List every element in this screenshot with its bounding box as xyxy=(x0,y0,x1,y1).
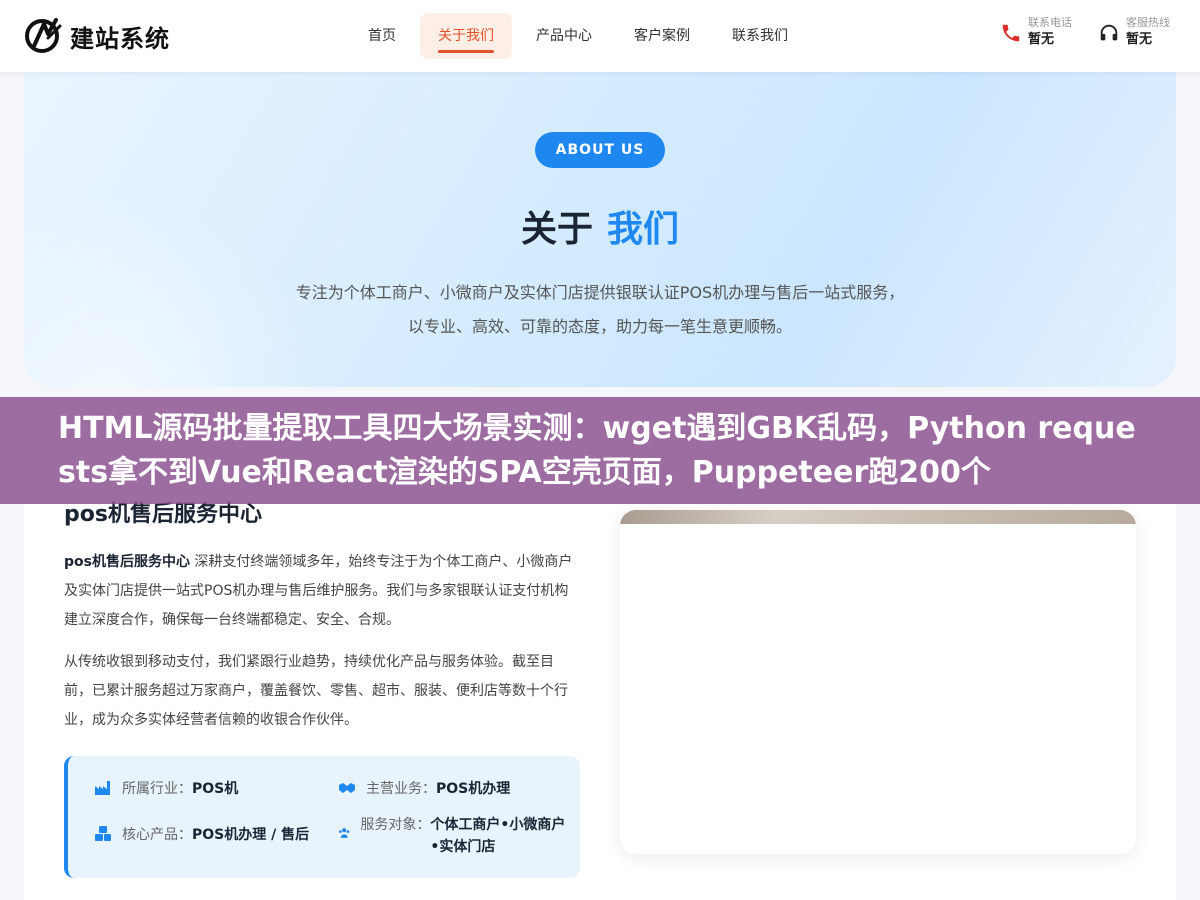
users-icon xyxy=(339,828,350,838)
hotline-value: 暂无 xyxy=(1126,32,1153,47)
logo-mark-icon xyxy=(25,18,62,53)
hotline-label: 客服热线 xyxy=(1126,16,1170,29)
hero-title-a: 关于 xyxy=(520,209,593,250)
headset-icon xyxy=(1100,24,1118,41)
company-info-box: 所属行业： POS机 主营业务： POS机办理 核心产品： POS机办理 / 售… xyxy=(64,756,580,878)
about-paragraph-1-lead: pos机售后服务中心 xyxy=(64,554,190,570)
hero-desc-line1: 专注为个体工商户、小微商户及实体门店提供银联认证POS机办理与售后一站式服务， xyxy=(295,283,905,302)
nav-contact[interactable]: 联系我们 xyxy=(714,13,806,59)
site-header: 建站系统 首页 关于我们 产品中心 客户案例 联系我们 联系电话 暂无 客服热线… xyxy=(0,0,1200,72)
phone-value: 暂无 xyxy=(1028,32,1055,47)
about-us-badge: ABOUT US xyxy=(535,132,665,168)
hero-title: 关于 我们 xyxy=(24,200,1176,252)
info-industry-key: 所属行业： xyxy=(122,781,192,797)
phone-label: 联系电话 xyxy=(1028,16,1072,29)
hero-desc-line2: 以专业、高效、可靠的态度，助力每一笔生意更顺畅。 xyxy=(407,317,792,336)
info-industry-value: POS机 xyxy=(192,781,239,797)
nav-cases[interactable]: 客户案例 xyxy=(616,13,708,59)
info-target: 服务对象： 个体工商户•小微商户•实体门店 xyxy=(338,814,568,858)
hero-description: 专注为个体工商户、小微商户及实体门店提供银联认证POS机办理与售后一站式服务， … xyxy=(24,276,1176,344)
overlay-banner: HTML源码批量提取工具四大场景实测：wget遇到GBK乱码，Python re… xyxy=(0,397,1200,504)
about-image xyxy=(620,510,1136,524)
nav-products[interactable]: 产品中心 xyxy=(518,13,610,59)
cubes-icon xyxy=(95,826,111,841)
contact-hotline: 客服热线 暂无 xyxy=(1098,16,1170,50)
info-business-value: POS机办理 xyxy=(436,781,511,797)
handshake-icon xyxy=(339,783,355,793)
info-target-key: 服务对象： xyxy=(360,817,431,833)
info-business: 主营业务： POS机办理 xyxy=(338,778,510,800)
info-industry: 所属行业： POS机 xyxy=(94,778,238,800)
info-product: 核心产品： POS机办理 / 售后 xyxy=(94,824,309,846)
info-business-key: 主营业务： xyxy=(366,781,436,797)
info-target-value: 个体工商户•小微商户•实体门店 xyxy=(430,817,566,855)
about-paragraph-1: pos机售后服务中心 深耕支付终端领域多年，始终专注于为个体工商户、小微商户及实… xyxy=(64,548,578,635)
contact-phone: 联系电话 暂无 xyxy=(1000,16,1072,50)
logo-text: 建站系统 xyxy=(70,24,170,53)
nav-about[interactable]: 关于我们 xyxy=(420,13,512,59)
about-image-card xyxy=(620,510,1136,854)
info-product-value: POS机办理 / 售后 xyxy=(192,827,310,843)
site-logo[interactable]: 建站系统 xyxy=(24,16,170,56)
phone-icon xyxy=(1002,24,1020,42)
about-paragraph-2: 从传统收银到移动支付，我们紧跟行业趋势，持续优化产品与服务体验。截至目前，已累计… xyxy=(64,654,568,728)
about-hero: ABOUT US 关于 我们 专注为个体工商户、小微商户及实体门店提供银联认证PO… xyxy=(24,72,1176,387)
main-nav: 首页 关于我们 产品中心 客户案例 联系我们 xyxy=(350,13,812,59)
hero-title-b: 我们 xyxy=(607,209,680,250)
nav-home[interactable]: 首页 xyxy=(350,13,414,59)
factory-icon xyxy=(95,781,110,795)
info-product-key: 核心产品： xyxy=(122,827,192,843)
overlay-banner-text: HTML源码批量提取工具四大场景实测：wget遇到GBK乱码，Python re… xyxy=(58,411,1136,490)
